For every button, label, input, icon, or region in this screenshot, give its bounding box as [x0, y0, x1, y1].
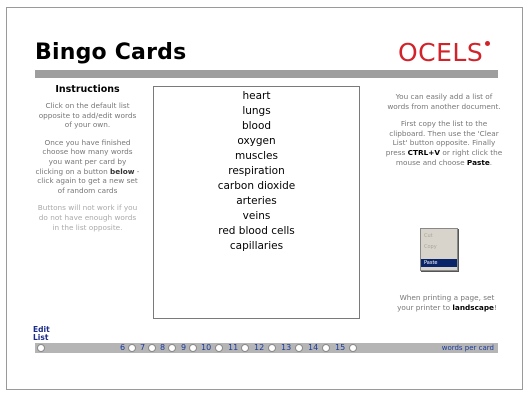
words-per-card-label: words per card	[441, 344, 494, 352]
edit-list-line2: List	[33, 333, 49, 342]
count-label-6: 6	[120, 343, 126, 352]
count-radio-13[interactable]	[295, 344, 303, 352]
word-item: oxygen	[237, 135, 276, 147]
context-menu-copy: Copy	[424, 244, 437, 250]
instructions-p2: Once you have finished choose how many w…	[35, 138, 140, 196]
count-radio-14[interactable]	[322, 344, 330, 352]
count-label-13: 13	[281, 343, 292, 352]
title-divider	[35, 70, 498, 78]
instructions-panel: Instructions Click on the default list o…	[35, 84, 140, 240]
count-label-14: 14	[308, 343, 319, 352]
context-menu-cut: Cut	[424, 233, 433, 239]
word-item: respiration	[228, 165, 285, 177]
count-radio-12[interactable]	[268, 344, 276, 352]
print-note-end: !	[494, 302, 497, 312]
print-note-text: When printing a page, set your printer t…	[392, 293, 502, 312]
edit-list-button[interactable]: Edit List	[33, 326, 50, 342]
paste-note-paste: Paste	[466, 157, 490, 167]
print-note-bold: landscape	[452, 302, 494, 312]
instructions-heading: Instructions	[55, 84, 120, 95]
page-title: Bingo Cards	[35, 40, 187, 65]
count-radio-15[interactable]	[349, 344, 357, 352]
count-label-9: 9	[181, 343, 187, 352]
words-per-card-bar: 6 7 8 9 10 11 12 13 14 15 words per card	[35, 343, 498, 353]
instructions-p1: Click on the default list opposite to ad…	[38, 101, 137, 130]
instructions-p2-bold: below	[110, 166, 135, 176]
count-radio-11[interactable]	[241, 344, 249, 352]
context-menu-paste: Paste	[421, 259, 457, 267]
ocels-logo: OCELS	[398, 38, 491, 67]
count-label-8: 8	[160, 343, 166, 352]
word-item: heart	[242, 90, 271, 102]
paste-note-p1: You can easily add a list of words from …	[387, 92, 501, 111]
word-item: blood	[241, 120, 272, 132]
paste-instructions: You can easily add a list of words from …	[385, 92, 503, 175]
count-label-15: 15	[335, 343, 346, 352]
count-radio-7[interactable]	[148, 344, 156, 352]
word-list-editor[interactable]: heart lungs blood oxygen muscles respira…	[153, 86, 360, 319]
word-item: red blood cells	[218, 225, 295, 237]
context-menu-illustration: Cut Copy Paste	[420, 228, 458, 271]
word-item: lungs	[242, 105, 271, 117]
instructions-p3: Buttons will not work if you do not have…	[37, 203, 138, 232]
paste-note-p2: First copy the list to the clipboard. Th…	[385, 119, 503, 167]
count-label-11: 11	[228, 343, 239, 352]
paste-note-key: CTRL+V	[407, 147, 441, 157]
print-note: When printing a page, set your printer t…	[392, 293, 502, 312]
word-item: capillaries	[229, 240, 284, 252]
word-item: muscles	[235, 150, 278, 162]
count-radio-10[interactable]	[215, 344, 223, 352]
count-label-7: 7	[140, 343, 146, 352]
count-radio-9[interactable]	[189, 344, 197, 352]
count-radio-8[interactable]	[168, 344, 176, 352]
paste-note-end: .	[489, 157, 493, 167]
clear-list-radio[interactable]	[37, 344, 45, 352]
word-item: arteries	[236, 195, 277, 207]
word-item: carbon dioxide	[217, 180, 296, 192]
count-radio-6[interactable]	[128, 344, 136, 352]
count-label-10: 10	[201, 343, 212, 352]
word-item: veins	[242, 210, 271, 222]
logo-text: OCELS	[398, 38, 484, 67]
count-label-12: 12	[254, 343, 265, 352]
